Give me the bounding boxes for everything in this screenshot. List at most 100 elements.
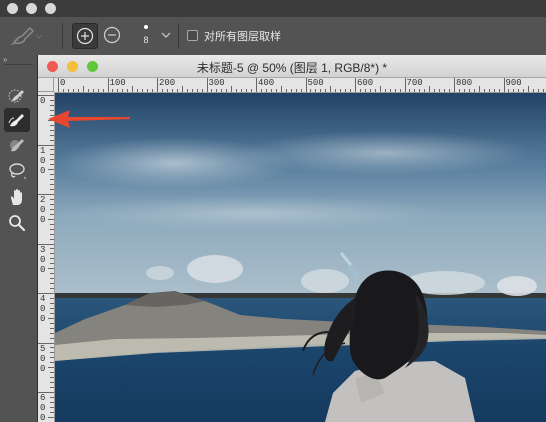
zoom-tool[interactable] xyxy=(4,211,30,235)
ruler-minor-tick xyxy=(92,89,94,92)
ruler-minor-tick xyxy=(409,89,411,92)
ruler-label: 1 xyxy=(40,145,46,156)
ruler-minor-tick xyxy=(50,327,54,329)
ruler-minor-tick xyxy=(82,86,84,92)
ruler-label: 0 xyxy=(40,353,46,364)
ruler-minor-tick xyxy=(310,89,312,92)
ruler-label: 5 xyxy=(40,343,46,354)
ruler-minor-tick xyxy=(216,89,218,92)
ruler-minor-tick xyxy=(50,238,54,240)
ruler-minor-tick xyxy=(50,307,54,309)
ruler-minor-tick xyxy=(340,89,342,92)
window-minimize-button[interactable] xyxy=(26,3,37,14)
ruler-minor-tick xyxy=(87,89,89,92)
ruler-minor-tick xyxy=(50,352,54,354)
window-zoom-button[interactable] xyxy=(45,3,56,14)
ruler-minor-tick xyxy=(379,86,381,92)
ruler-minor-tick xyxy=(127,89,129,92)
image-canvas[interactable] xyxy=(55,93,546,422)
horizontal-ruler[interactable]: 0 100 200 300 400 500 600 700 800 900 xyxy=(38,78,546,93)
ruler-minor-tick xyxy=(50,134,54,136)
photo-woman-by-sea xyxy=(55,93,546,422)
ruler-minor-tick xyxy=(345,89,347,92)
ruler-minor-tick xyxy=(350,89,352,92)
window-close-button[interactable] xyxy=(7,3,18,14)
lasso-icon xyxy=(9,163,27,180)
ruler-minor-tick xyxy=(50,288,54,290)
vertical-ruler[interactable]: 0100200300400500600 xyxy=(38,92,55,422)
ruler-minor-tick xyxy=(528,86,530,92)
ruler-minor-tick xyxy=(50,411,54,413)
ruler-minor-tick xyxy=(419,89,421,92)
ruler-label: 0 xyxy=(40,264,46,275)
ruler-major-tick xyxy=(454,78,455,92)
ruler-minor-tick xyxy=(488,89,490,92)
brush-icon xyxy=(10,139,24,152)
ruler-minor-tick xyxy=(394,89,396,92)
ruler-minor-tick xyxy=(50,337,54,339)
ruler-minor-tick xyxy=(449,89,451,92)
sample-all-layers-label: 对所有图层取样 xyxy=(204,31,281,43)
ruler-minor-tick xyxy=(246,89,248,92)
ruler-minor-tick xyxy=(50,223,54,225)
quick-selection-icon xyxy=(8,89,24,103)
ruler-minor-tick xyxy=(330,86,332,92)
ruler-label: 0 xyxy=(40,403,46,413)
ruler-label: 200 xyxy=(159,78,176,88)
brush-size-preview[interactable]: 8 xyxy=(136,23,156,51)
ruler-minor-tick xyxy=(50,154,54,156)
hand-tool[interactable] xyxy=(4,185,30,209)
ruler-minor-tick xyxy=(50,233,54,235)
ruler-minor-tick xyxy=(320,89,322,92)
ruler-minor-tick xyxy=(97,89,99,92)
ruler-minor-tick xyxy=(166,89,168,92)
ruler-major-tick xyxy=(355,78,356,92)
ruler-major-tick xyxy=(157,78,158,92)
ruler-minor-tick xyxy=(478,86,480,92)
document-title: 未标题-5 @ 50% (图层 1, RGB/8*) * xyxy=(196,61,388,75)
ruler-minor-tick xyxy=(50,253,54,255)
ruler-origin[interactable] xyxy=(38,78,54,92)
ruler-minor-tick xyxy=(439,89,441,92)
ruler-minor-tick xyxy=(77,89,79,92)
ruler-minor-tick xyxy=(543,89,545,92)
current-tool-preset-picker[interactable] xyxy=(10,25,43,47)
ruler-minor-tick xyxy=(241,89,243,92)
lasso-tool[interactable] xyxy=(4,159,30,183)
refine-edge-brush-icon xyxy=(11,26,43,46)
ruler-minor-tick xyxy=(112,89,114,92)
ruler-minor-tick xyxy=(50,198,54,200)
ruler-minor-tick xyxy=(67,89,69,92)
ruler-minor-tick xyxy=(429,86,431,92)
ruler-label: 3 xyxy=(40,244,46,255)
ruler-minor-tick xyxy=(142,89,144,92)
ruler-minor-tick xyxy=(147,89,149,92)
ruler-minor-tick xyxy=(290,89,292,92)
ruler-minor-tick xyxy=(50,382,54,384)
sample-all-layers-checkbox[interactable] xyxy=(187,30,198,41)
refine-edge-brush-tool[interactable] xyxy=(4,108,30,132)
ruler-minor-tick xyxy=(50,297,54,299)
ruler-minor-tick xyxy=(50,278,54,280)
restore-original-edge-button[interactable] xyxy=(100,23,126,49)
ruler-minor-tick xyxy=(171,89,173,92)
ruler-label: 0 xyxy=(40,205,46,215)
chevron-down-icon[interactable] xyxy=(160,29,172,41)
ruler-major-tick xyxy=(305,78,307,92)
ruler-minor-tick xyxy=(50,179,54,181)
ruler-label: 0 xyxy=(60,78,66,88)
ruler-minor-tick xyxy=(181,86,183,92)
ruler-minor-tick xyxy=(48,218,54,220)
ruler-major-tick xyxy=(107,78,109,92)
ruler-minor-tick xyxy=(48,317,54,319)
document-title-bar: 未标题-5 @ 50% (图层 1, RGB/8*) * xyxy=(38,55,546,78)
brush-tool[interactable] xyxy=(4,133,30,157)
ruler-minor-tick xyxy=(50,203,54,205)
ruler-minor-tick xyxy=(513,89,515,92)
ruler-minor-tick xyxy=(50,283,54,285)
ruler-label: 0 xyxy=(40,304,46,314)
expand-detection-button[interactable] xyxy=(72,23,98,49)
quick-selection-tool[interactable] xyxy=(4,84,30,108)
ruler-minor-tick xyxy=(50,248,54,250)
collapse-panel-icon[interactable]: » xyxy=(3,55,8,64)
